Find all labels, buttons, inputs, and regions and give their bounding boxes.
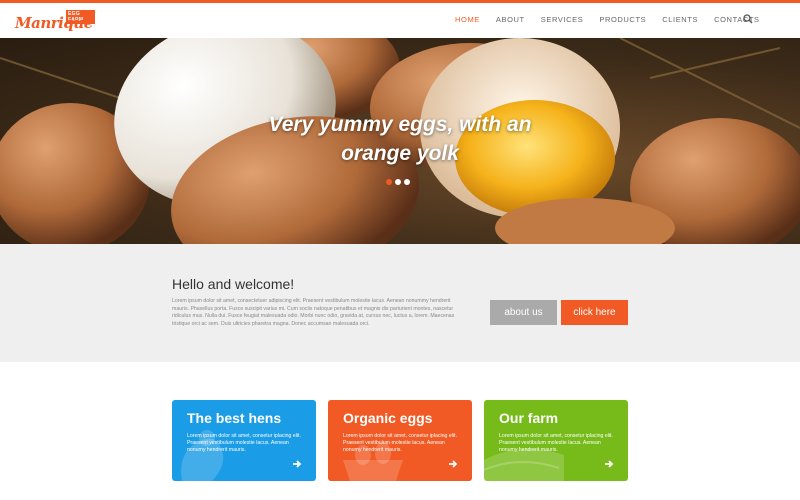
feature-title: The best hens (187, 410, 282, 426)
about-us-button[interactable]: about us (490, 300, 557, 325)
slider-dot-3[interactable] (404, 179, 410, 185)
search-icon[interactable] (743, 14, 753, 24)
arrow-right-icon[interactable] (292, 459, 302, 469)
hero-heading: Very yummy eggs, with an orange yolk (268, 113, 532, 165)
feature-box-farm[interactable]: Our farm Lorem ipsum dolor sit amet, con… (484, 400, 628, 481)
nav-clients[interactable]: CLIENTS (662, 15, 698, 24)
main-nav: HOME ABOUT SERVICES PRODUCTS CLIENTS CON… (455, 15, 776, 24)
feature-text: Lorem ipsum dolor sit amet, consetur ipl… (187, 433, 301, 453)
click-here-button[interactable]: click here (561, 300, 628, 325)
feature-title: Our farm (499, 410, 559, 426)
nav-about[interactable]: ABOUT (496, 15, 525, 24)
slider-dot-1[interactable] (386, 179, 392, 185)
feature-text: Lorem ipsum dolor sit amet, consetur ipl… (343, 433, 457, 453)
feature-title: Organic eggs (343, 410, 433, 426)
header: EGG FARM Manrique HOME ABOUT SERVICES PR… (0, 3, 800, 38)
logo[interactable]: EGG FARM Manrique (15, 9, 95, 33)
feature-box-eggs[interactable]: Organic eggs Lorem ipsum dolor sit amet,… (328, 400, 472, 481)
logo-text: Manrique (15, 14, 93, 32)
welcome-section: Hello and welcome! Lorem ipsum dolor sit… (0, 244, 800, 362)
welcome-text: Lorem ipsum dolor sit amet, consectetuer… (172, 298, 455, 327)
hero-slider: Very yummy eggs, with an orange yolk (0, 38, 800, 244)
nav-products[interactable]: PRODUCTS (599, 15, 646, 24)
slider-dot-2[interactable] (395, 179, 401, 185)
arrow-right-icon[interactable] (604, 459, 614, 469)
slider-dots (386, 179, 410, 185)
nav-services[interactable]: SERVICES (541, 15, 584, 24)
welcome-title: Hello and welcome! (172, 276, 295, 292)
arrow-right-icon[interactable] (448, 459, 458, 469)
feature-text: Lorem ipsum dolor sit amet, consetur ipl… (499, 433, 613, 453)
nav-home[interactable]: HOME (455, 15, 480, 24)
feature-box-hens[interactable]: The best hens Lorem ipsum dolor sit amet… (172, 400, 316, 481)
